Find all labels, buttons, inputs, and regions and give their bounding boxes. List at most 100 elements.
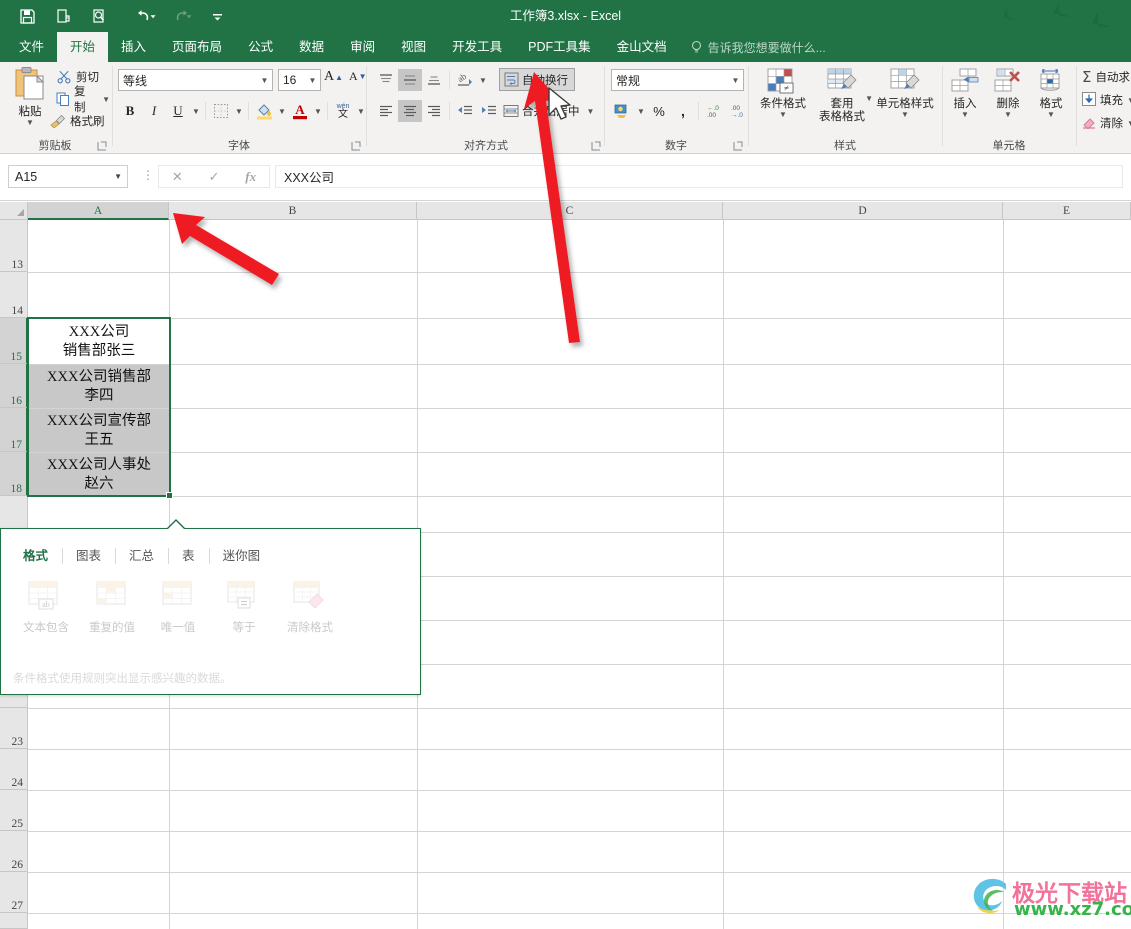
font-name-caret[interactable]: ▼ xyxy=(257,76,272,85)
column-header-e[interactable]: E xyxy=(1003,202,1131,220)
underline-dropdown-caret[interactable]: ▼ xyxy=(190,100,202,122)
bold-button[interactable]: B xyxy=(118,100,142,122)
font-color-dropdown-caret[interactable]: ▼ xyxy=(312,100,324,122)
clipboard-dialog-launcher[interactable] xyxy=(97,141,107,151)
tell-me-box[interactable]: 告诉我您想要做什么... xyxy=(690,32,826,62)
format-as-table-button[interactable]: 套用 表格格式 ▼ xyxy=(813,66,873,124)
row-header-13[interactable]: 13 xyxy=(0,220,28,272)
cell-a16[interactable]: XXX公司销售部 李四 xyxy=(29,365,169,408)
qa-item-duplicate-values[interactable]: 重复的值 xyxy=(79,581,145,635)
row-header-25[interactable]: 25 xyxy=(0,790,28,831)
decrease-decimal-button[interactable]: .00 →.0 xyxy=(726,100,750,122)
decrease-indent-button[interactable] xyxy=(453,100,477,122)
row-header-18[interactable]: 18 xyxy=(0,452,28,496)
paste-button[interactable]: 粘贴 ▼ xyxy=(6,66,54,130)
row-header-26[interactable]: 26 xyxy=(0,831,28,872)
column-header-b[interactable]: B xyxy=(169,202,417,220)
comma-button[interactable]: , xyxy=(671,100,695,122)
clear-caret[interactable]: ▼ xyxy=(1127,119,1131,127)
row-header-17[interactable]: 17 xyxy=(0,408,28,452)
copy-dropdown-caret[interactable]: ▼ xyxy=(102,95,110,103)
tab-view[interactable]: 视图 xyxy=(388,32,439,62)
align-middle-button[interactable] xyxy=(398,69,422,91)
row-header-27[interactable]: 27 xyxy=(0,872,28,913)
autosum-button[interactable]: Σ 自动求 xyxy=(1082,67,1130,87)
merge-dropdown-caret[interactable]: ▼ xyxy=(587,107,595,115)
confirm-edit-icon[interactable]: ✓ xyxy=(209,169,220,185)
underline-button[interactable]: U xyxy=(166,100,190,122)
tab-insert[interactable]: 插入 xyxy=(108,32,159,62)
align-top-button[interactable] xyxy=(374,69,398,91)
qa-item-equal-to[interactable]: 等于 xyxy=(211,581,277,635)
format-cells-button[interactable]: 格式 ▼ xyxy=(1030,66,1072,119)
delete-cells-caret[interactable]: ▼ xyxy=(1004,111,1012,119)
format-painter-button[interactable]: 格式刷 xyxy=(50,111,105,131)
shrink-font-button[interactable]: A ▼ xyxy=(349,69,367,84)
row-header-23[interactable]: 23 xyxy=(0,708,28,749)
cell-styles-button[interactable]: 单元格样式 ▼ xyxy=(872,66,938,119)
number-format-caret[interactable]: ▼ xyxy=(728,76,743,85)
cell-a15[interactable]: XXX公司 销售部张三 xyxy=(29,319,169,364)
qa-tab-format[interactable]: 格式 xyxy=(9,545,62,564)
conditional-formatting-caret[interactable]: ▼ xyxy=(779,111,787,119)
qa-item-unique-values[interactable]: 唯一值 xyxy=(145,581,211,635)
percent-button[interactable]: % xyxy=(647,100,671,122)
font-size-caret[interactable]: ▼ xyxy=(305,76,320,85)
fill-handle[interactable] xyxy=(166,492,173,499)
merge-center-button[interactable]: 合并后居中 ▼ xyxy=(501,100,596,122)
qa-tab-tables[interactable]: 表 xyxy=(168,545,209,564)
fill-color-dropdown-caret[interactable]: ▼ xyxy=(276,100,288,122)
column-header-c[interactable]: C xyxy=(417,202,723,220)
column-header-d[interactable]: D xyxy=(723,202,1003,220)
insert-function-icon[interactable]: fx xyxy=(245,169,256,185)
font-color-button[interactable]: A xyxy=(288,100,312,122)
grow-font-button[interactable]: A ▲ xyxy=(324,69,343,85)
borders-dropdown-caret[interactable]: ▼ xyxy=(233,100,245,122)
copy-button[interactable]: 复制 ▼ xyxy=(56,86,110,114)
fill-button[interactable]: 填充 ▼ xyxy=(1082,90,1131,110)
row-header-19[interactable] xyxy=(0,496,28,532)
alignment-dialog-launcher[interactable] xyxy=(591,141,601,151)
increase-indent-button[interactable] xyxy=(477,100,501,122)
insert-cells-button[interactable]: 插入 ▼ xyxy=(944,66,986,119)
align-center-button[interactable] xyxy=(398,100,422,122)
cancel-edit-icon[interactable]: ✕ xyxy=(172,169,183,185)
orientation-dropdown-caret[interactable]: ▼ xyxy=(477,69,489,91)
qa-tab-sparklines[interactable]: 迷你图 xyxy=(208,545,275,564)
row-header-16[interactable]: 16 xyxy=(0,364,28,408)
tab-formulas[interactable]: 公式 xyxy=(235,32,286,62)
cell-a18[interactable]: XXX公司人事处 赵六 xyxy=(29,453,169,496)
tab-kingsoft-docs[interactable]: 金山文档 xyxy=(604,32,680,62)
italic-button[interactable]: I xyxy=(142,100,166,122)
tab-file[interactable]: 文件 xyxy=(6,32,57,62)
row-header-24[interactable]: 24 xyxy=(0,749,28,790)
font-size-combo[interactable]: 16 ▼ xyxy=(278,69,321,91)
qa-item-clear-format[interactable]: 清除格式 xyxy=(277,581,343,635)
tab-data[interactable]: 数据 xyxy=(286,32,337,62)
qa-item-text-contains[interactable]: ab 文本包含 xyxy=(13,581,79,635)
tab-review[interactable]: 审阅 xyxy=(337,32,388,62)
fill-caret[interactable]: ▼ xyxy=(1127,96,1131,104)
cell-styles-caret[interactable]: ▼ xyxy=(901,111,909,119)
font-name-combo[interactable]: 等线 ▼ xyxy=(118,69,273,91)
insert-cells-caret[interactable]: ▼ xyxy=(961,111,969,119)
name-box[interactable]: A15 ▼ xyxy=(8,165,128,188)
align-left-button[interactable] xyxy=(374,100,398,122)
tab-page-layout[interactable]: 页面布局 xyxy=(159,32,235,62)
formula-input[interactable]: XXX公司 xyxy=(275,165,1123,188)
borders-button[interactable] xyxy=(209,100,233,122)
number-dialog-launcher[interactable] xyxy=(733,141,743,151)
name-box-caret[interactable]: ▼ xyxy=(114,172,122,181)
delete-cells-button[interactable]: 删除 ▼ xyxy=(987,66,1029,119)
conditional-formatting-button[interactable]: ≠ 条件格式 ▼ xyxy=(754,66,812,119)
row-header-15[interactable]: 15 xyxy=(0,318,28,364)
fill-color-button[interactable] xyxy=(252,100,276,122)
phonetic-guide-button[interactable]: wén 文 xyxy=(331,100,355,122)
clear-button[interactable]: 清除 ▼ xyxy=(1082,113,1131,133)
paste-dropdown-caret[interactable]: ▼ xyxy=(26,119,34,127)
align-right-button[interactable] xyxy=(422,100,446,122)
number-format-combo[interactable]: 常规 ▼ xyxy=(611,69,744,91)
wrap-text-button[interactable]: 自动换行 xyxy=(499,68,575,91)
select-all-corner[interactable] xyxy=(0,202,28,220)
column-header-a[interactable]: A xyxy=(28,202,169,220)
